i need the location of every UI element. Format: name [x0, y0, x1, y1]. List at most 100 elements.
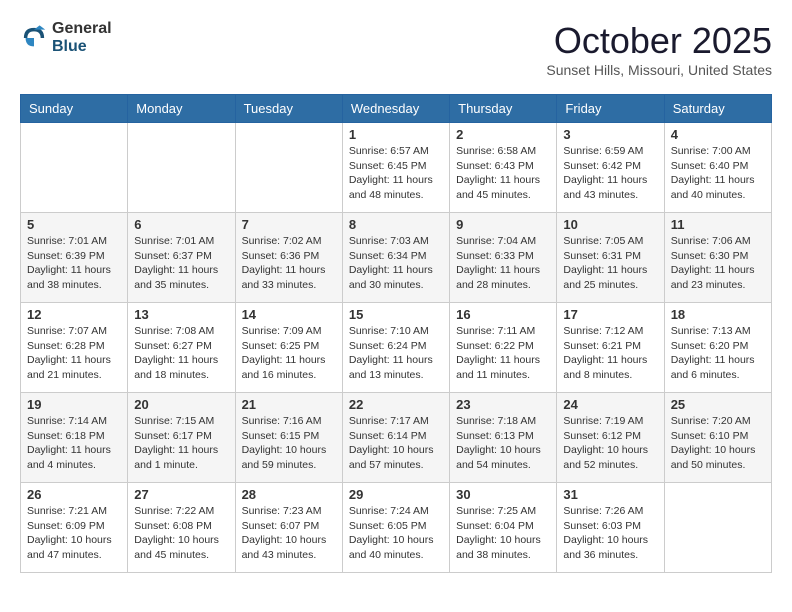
day-number: 28: [242, 487, 336, 502]
day-number: 21: [242, 397, 336, 412]
calendar-cell: 20 Sunrise: 7:15 AM Sunset: 6:17 PM Dayli…: [128, 393, 235, 483]
day-info: Sunrise: 7:01 AM Sunset: 6:39 PM Dayligh…: [27, 234, 121, 293]
calendar-cell: [21, 123, 128, 213]
day-number: 4: [671, 127, 765, 142]
calendar-row: 1 Sunrise: 6:57 AM Sunset: 6:45 PM Daylig…: [21, 123, 772, 213]
day-info: Sunrise: 7:02 AM Sunset: 6:36 PM Dayligh…: [242, 234, 336, 293]
page-header: General Blue October 2025 Sunset Hills, …: [20, 20, 772, 78]
calendar-cell: 7 Sunrise: 7:02 AM Sunset: 6:36 PM Daylig…: [235, 213, 342, 303]
calendar-cell: 6 Sunrise: 7:01 AM Sunset: 6:37 PM Daylig…: [128, 213, 235, 303]
day-info: Sunrise: 7:15 AM Sunset: 6:17 PM Dayligh…: [134, 414, 228, 473]
day-number: 26: [27, 487, 121, 502]
calendar-cell: [235, 123, 342, 213]
calendar-cell: 2 Sunrise: 6:58 AM Sunset: 6:43 PM Daylig…: [450, 123, 557, 213]
calendar-cell: 8Sunrise: 7:03 AM Sunset: 6:34 PM Daylig…: [342, 213, 449, 303]
calendar-cell: 15 Sunrise: 7:10 AM Sunset: 6:24 PM Dayli…: [342, 303, 449, 393]
day-info: Sunrise: 7:18 AM Sunset: 6:13 PM Dayligh…: [456, 414, 550, 473]
day-number: 23: [456, 397, 550, 412]
calendar-cell: 1 Sunrise: 6:57 AM Sunset: 6:45 PM Daylig…: [342, 123, 449, 213]
calendar-cell: 11Sunrise: 7:06 AM Sunset: 6:30 PM Dayli…: [664, 213, 771, 303]
day-info: Sunrise: 6:59 AM Sunset: 6:42 PM Dayligh…: [563, 144, 657, 203]
logo-general-text: General: [52, 20, 112, 38]
calendar-cell: 24 Sunrise: 7:19 AM Sunset: 6:12 PM Dayli…: [557, 393, 664, 483]
day-number: 16: [456, 307, 550, 322]
day-number: 15: [349, 307, 443, 322]
calendar-cell: 19Sunrise: 7:14 AM Sunset: 6:18 PM Dayli…: [21, 393, 128, 483]
weekday-header-row: SundayMondayTuesdayWednesdayThursdayFrid…: [21, 95, 772, 123]
day-number: 3: [563, 127, 657, 142]
day-number: 2: [456, 127, 550, 142]
day-info: Sunrise: 6:57 AM Sunset: 6:45 PM Dayligh…: [349, 144, 443, 203]
day-info: Sunrise: 7:25 AM Sunset: 6:04 PM Dayligh…: [456, 504, 550, 563]
logo-text: General Blue: [52, 20, 112, 55]
calendar-cell: 13 Sunrise: 7:08 AM Sunset: 6:27 PM Dayli…: [128, 303, 235, 393]
day-number: 9: [456, 217, 550, 232]
calendar-row: 19Sunrise: 7:14 AM Sunset: 6:18 PM Dayli…: [21, 393, 772, 483]
calendar-row: 5 Sunrise: 7:01 AM Sunset: 6:39 PM Daylig…: [21, 213, 772, 303]
weekday-header-monday: Monday: [128, 95, 235, 123]
calendar-cell: [128, 123, 235, 213]
day-number: 27: [134, 487, 228, 502]
day-number: 18: [671, 307, 765, 322]
day-info: Sunrise: 7:10 AM Sunset: 6:24 PM Dayligh…: [349, 324, 443, 383]
calendar-cell: 16 Sunrise: 7:11 AM Sunset: 6:22 PM Dayli…: [450, 303, 557, 393]
calendar-cell: 28 Sunrise: 7:23 AM Sunset: 6:07 PM Dayli…: [235, 483, 342, 573]
calendar-cell: 9Sunrise: 7:04 AM Sunset: 6:33 PM Daylig…: [450, 213, 557, 303]
day-number: 25: [671, 397, 765, 412]
calendar-cell: 23 Sunrise: 7:18 AM Sunset: 6:13 PM Dayli…: [450, 393, 557, 483]
day-info: Sunrise: 7:06 AM Sunset: 6:30 PM Dayligh…: [671, 234, 765, 293]
logo-icon: [20, 24, 48, 52]
day-number: 24: [563, 397, 657, 412]
day-info: Sunrise: 7:05 AM Sunset: 6:31 PM Dayligh…: [563, 234, 657, 293]
day-number: 20: [134, 397, 228, 412]
day-info: Sunrise: 7:11 AM Sunset: 6:22 PM Dayligh…: [456, 324, 550, 383]
weekday-header-sunday: Sunday: [21, 95, 128, 123]
calendar-cell: 14 Sunrise: 7:09 AM Sunset: 6:25 PM Dayli…: [235, 303, 342, 393]
title-block: October 2025 Sunset Hills, Missouri, Uni…: [546, 20, 772, 78]
day-info: Sunrise: 7:19 AM Sunset: 6:12 PM Dayligh…: [563, 414, 657, 473]
day-number: 13: [134, 307, 228, 322]
calendar-body: 1 Sunrise: 6:57 AM Sunset: 6:45 PM Daylig…: [21, 123, 772, 573]
day-info: Sunrise: 7:13 AM Sunset: 6:20 PM Dayligh…: [671, 324, 765, 383]
day-number: 8: [349, 217, 443, 232]
day-info: Sunrise: 7:01 AM Sunset: 6:37 PM Dayligh…: [134, 234, 228, 293]
calendar-cell: 30Sunrise: 7:25 AM Sunset: 6:04 PM Dayli…: [450, 483, 557, 573]
calendar-cell: 21Sunrise: 7:16 AM Sunset: 6:15 PM Dayli…: [235, 393, 342, 483]
logo-blue-text: Blue: [52, 38, 112, 56]
day-number: 22: [349, 397, 443, 412]
calendar-cell: 17Sunrise: 7:12 AM Sunset: 6:21 PM Dayli…: [557, 303, 664, 393]
calendar-cell: 25Sunrise: 7:20 AM Sunset: 6:10 PM Dayli…: [664, 393, 771, 483]
day-info: Sunrise: 7:24 AM Sunset: 6:05 PM Dayligh…: [349, 504, 443, 563]
day-info: Sunrise: 7:08 AM Sunset: 6:27 PM Dayligh…: [134, 324, 228, 383]
day-info: Sunrise: 7:17 AM Sunset: 6:14 PM Dayligh…: [349, 414, 443, 473]
calendar-row: 26Sunrise: 7:21 AM Sunset: 6:09 PM Dayli…: [21, 483, 772, 573]
calendar-cell: 29Sunrise: 7:24 AM Sunset: 6:05 PM Dayli…: [342, 483, 449, 573]
weekday-header-saturday: Saturday: [664, 95, 771, 123]
day-number: 1: [349, 127, 443, 142]
calendar-cell: 26Sunrise: 7:21 AM Sunset: 6:09 PM Dayli…: [21, 483, 128, 573]
calendar-cell: 5 Sunrise: 7:01 AM Sunset: 6:39 PM Daylig…: [21, 213, 128, 303]
day-info: Sunrise: 6:58 AM Sunset: 6:43 PM Dayligh…: [456, 144, 550, 203]
calendar-cell: [664, 483, 771, 573]
day-info: Sunrise: 7:09 AM Sunset: 6:25 PM Dayligh…: [242, 324, 336, 383]
calendar-cell: 3 Sunrise: 6:59 AM Sunset: 6:42 PM Daylig…: [557, 123, 664, 213]
calendar-cell: 10Sunrise: 7:05 AM Sunset: 6:31 PM Dayli…: [557, 213, 664, 303]
day-number: 6: [134, 217, 228, 232]
calendar-cell: 22 Sunrise: 7:17 AM Sunset: 6:14 PM Dayli…: [342, 393, 449, 483]
calendar-table: SundayMondayTuesdayWednesdayThursdayFrid…: [20, 94, 772, 573]
weekday-header-friday: Friday: [557, 95, 664, 123]
location-text: Sunset Hills, Missouri, United States: [546, 62, 772, 78]
logo: General Blue: [20, 20, 112, 55]
day-info: Sunrise: 7:26 AM Sunset: 6:03 PM Dayligh…: [563, 504, 657, 563]
day-number: 31: [563, 487, 657, 502]
calendar-cell: 4Sunrise: 7:00 AM Sunset: 6:40 PM Daylig…: [664, 123, 771, 213]
day-number: 14: [242, 307, 336, 322]
day-info: Sunrise: 7:14 AM Sunset: 6:18 PM Dayligh…: [27, 414, 121, 473]
calendar-cell: 18 Sunrise: 7:13 AM Sunset: 6:20 PM Dayli…: [664, 303, 771, 393]
month-title: October 2025: [546, 20, 772, 62]
calendar-cell: 31 Sunrise: 7:26 AM Sunset: 6:03 PM Dayli…: [557, 483, 664, 573]
day-info: Sunrise: 7:23 AM Sunset: 6:07 PM Dayligh…: [242, 504, 336, 563]
day-number: 7: [242, 217, 336, 232]
day-number: 5: [27, 217, 121, 232]
day-number: 17: [563, 307, 657, 322]
